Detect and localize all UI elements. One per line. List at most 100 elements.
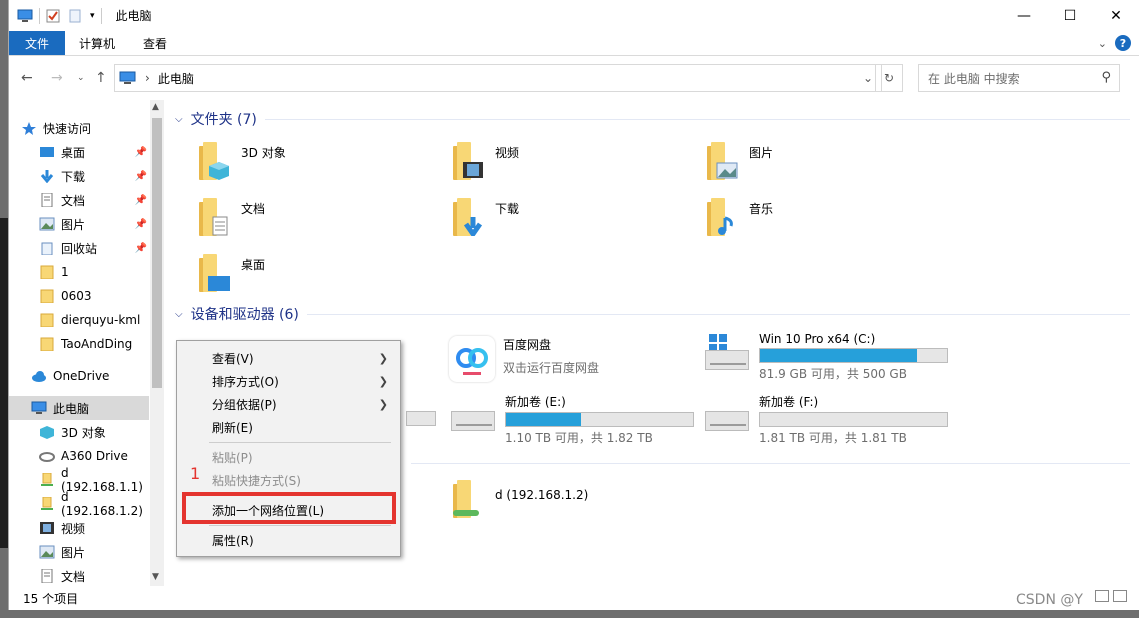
- maximize-button[interactable]: ☐: [1047, 0, 1093, 31]
- pin-icon[interactable]: 📌: [135, 147, 147, 158]
- cloud-icon: [31, 369, 47, 383]
- nav-desktop[interactable]: 桌面 📌: [39, 140, 149, 164]
- nav-scrollbar[interactable]: ▲ ▼: [150, 100, 164, 586]
- pin-icon[interactable]: 📌: [135, 219, 147, 230]
- document-icon: [39, 192, 55, 208]
- hard-drive-icon: [703, 393, 751, 433]
- menu-item-refresh[interactable]: 刷新(E): [177, 416, 400, 438]
- nav-quick-access[interactable]: 快速访问: [21, 116, 161, 140]
- folder-tile-pictures[interactable]: 图片: [703, 142, 773, 182]
- menu-item-paste[interactable]: 粘贴(P): [177, 446, 400, 468]
- details-view-icon[interactable]: [1095, 590, 1109, 602]
- back-arrow-icon[interactable]: ←: [21, 70, 33, 86]
- device-tile-baidu-netdisk[interactable]: 百度网盘 双击运行百度网盘: [449, 336, 599, 382]
- group-header-network[interactable]: [411, 452, 1130, 474]
- menu-label: 属性(R): [212, 533, 254, 548]
- nav-label: A360 Drive: [61, 449, 128, 463]
- search-placeholder: 在 此电脑 中搜索: [928, 71, 1020, 86]
- nav-pictures-2[interactable]: 图片: [39, 540, 149, 564]
- folder-icon: [703, 198, 741, 238]
- nav-label: 视频: [61, 521, 86, 536]
- forward-arrow-icon[interactable]: →: [51, 70, 63, 86]
- submenu-arrow-icon: ❯: [378, 374, 388, 388]
- nav-folder-taoanding[interactable]: TaoAndDing: [39, 332, 149, 356]
- nav-label: 快速访问: [43, 121, 92, 136]
- folder-tile-downloads[interactable]: 下载: [449, 198, 519, 238]
- menu-item-group-by[interactable]: 分组依据(P) ❯: [177, 393, 400, 415]
- nav-this-pc[interactable]: 此电脑: [9, 396, 149, 420]
- desktop-background-strip: [0, 218, 8, 548]
- a360-icon: [39, 449, 55, 463]
- minimize-button[interactable]: —: [1001, 0, 1047, 31]
- nav-folder-0603[interactable]: 0603: [39, 284, 149, 308]
- group-header-folders[interactable]: ⌵ 文件夹 (7): [175, 108, 1130, 130]
- recent-locations-chevron-icon[interactable]: ⌄: [77, 73, 85, 83]
- folder-tile-desktop[interactable]: 桌面: [195, 254, 265, 294]
- menu-label: 排序方式(O): [212, 374, 279, 389]
- menu-item-sort-by[interactable]: 排序方式(O) ❯: [177, 370, 400, 392]
- nav-network-d-1[interactable]: d (192.168.1.1): [39, 466, 149, 494]
- menu-item-properties[interactable]: 属性(R): [177, 529, 400, 551]
- toolbar-divider: [100, 7, 102, 24]
- scroll-down-icon[interactable]: ▼: [152, 572, 159, 582]
- nav-folder-dierquyu-kml[interactable]: dierquyu-kml: [39, 308, 149, 332]
- refresh-button[interactable]: ↻: [875, 64, 903, 92]
- device-subtitle: 双击运行百度网盘: [503, 361, 600, 375]
- nav-recycle-bin[interactable]: 回收站 📌: [39, 236, 149, 260]
- nav-videos[interactable]: 视频: [39, 516, 149, 540]
- menu-item-paste-shortcut[interactable]: 粘贴快捷方式(S): [177, 469, 400, 491]
- scrollbar-thumb[interactable]: [152, 118, 162, 388]
- tab-view[interactable]: 查看: [129, 31, 181, 55]
- drive-usage-bar: [759, 412, 948, 427]
- navigation-pane: 快速访问 桌面 📌 下载 📌 文档 📌 图片 📌 回收站 📌 1 0603 di…: [9, 100, 164, 586]
- network-location-tile-d[interactable]: d (192.168.1.2): [449, 480, 588, 520]
- folder-tile-videos[interactable]: 视频: [449, 142, 519, 182]
- video-icon: [39, 521, 55, 535]
- up-arrow-icon[interactable]: ↑: [95, 70, 107, 86]
- pin-icon[interactable]: 📌: [135, 171, 147, 182]
- search-input[interactable]: 在 此电脑 中搜索 ⚲: [918, 64, 1120, 92]
- breadcrumb-this-pc[interactable]: 此电脑: [158, 70, 194, 87]
- nav-a360-drive[interactable]: A360 Drive: [39, 444, 149, 468]
- menu-item-view[interactable]: 查看(V) ❯: [177, 347, 400, 369]
- nav-network-d-2[interactable]: d (192.168.1.2): [39, 490, 149, 518]
- pin-icon[interactable]: 📌: [135, 195, 147, 206]
- nav-onedrive[interactable]: OneDrive: [31, 364, 149, 388]
- desktop-icon: [39, 145, 55, 159]
- group-divider: [264, 118, 1130, 120]
- new-folder-icon[interactable]: [68, 9, 84, 23]
- nav-label: 回收站: [61, 241, 98, 256]
- collapse-chevron-icon[interactable]: ⌵: [175, 114, 183, 125]
- network-folder-icon: [39, 496, 55, 511]
- expand-ribbon-chevron-icon[interactable]: ⌄: [1098, 37, 1107, 50]
- nav-documents-2[interactable]: 文档: [39, 564, 149, 588]
- nav-documents[interactable]: 文档 📌: [39, 188, 149, 212]
- group-header-devices[interactable]: ⌵ 设备和驱动器 (6): [175, 303, 1130, 325]
- address-dropdown-chevron-icon[interactable]: ⌄: [863, 71, 873, 85]
- close-button[interactable]: ✕: [1093, 0, 1139, 31]
- scroll-up-icon[interactable]: ▲: [152, 102, 159, 112]
- folder-tile-music[interactable]: 音乐: [703, 198, 773, 238]
- folder-tile-3d-objects[interactable]: 3D 对象: [195, 142, 286, 182]
- folder-label: 视频: [495, 146, 520, 160]
- device-name: 百度网盘: [503, 338, 552, 352]
- help-button[interactable]: ?: [1115, 35, 1131, 51]
- nav-3d-objects[interactable]: 3D 对象: [39, 420, 149, 444]
- tab-file[interactable]: 文件: [9, 31, 65, 55]
- nav-folder-1[interactable]: 1: [39, 260, 149, 284]
- folder-tile-documents[interactable]: 文档: [195, 198, 265, 238]
- drive-tile-e[interactable]: 新加卷 (E:) 1.10 TB 可用，共 1.82 TB: [449, 393, 694, 446]
- tab-computer[interactable]: 计算机: [65, 31, 129, 55]
- drive-tile-c[interactable]: Win 10 Pro x64 (C:) 81.9 GB 可用，共 500 GB: [703, 332, 948, 382]
- nav-downloads[interactable]: 下载 📌: [39, 164, 149, 188]
- collapse-chevron-icon[interactable]: ⌵: [175, 309, 183, 320]
- pin-icon[interactable]: 📌: [135, 243, 147, 254]
- breadcrumb-chevron-icon[interactable]: ›: [145, 71, 150, 85]
- address-bar[interactable]: › 此电脑 ⌄: [114, 64, 882, 92]
- properties-icon[interactable]: [46, 9, 62, 23]
- nav-pictures[interactable]: 图片 📌: [39, 212, 149, 236]
- customize-toolbar-chevron-icon[interactable]: ▾: [90, 11, 95, 21]
- large-icons-view-icon[interactable]: [1113, 590, 1127, 602]
- drive-tile-f[interactable]: 新加卷 (F:) 1.81 TB 可用，共 1.81 TB: [703, 393, 948, 446]
- nav-label: 3D 对象: [61, 425, 106, 440]
